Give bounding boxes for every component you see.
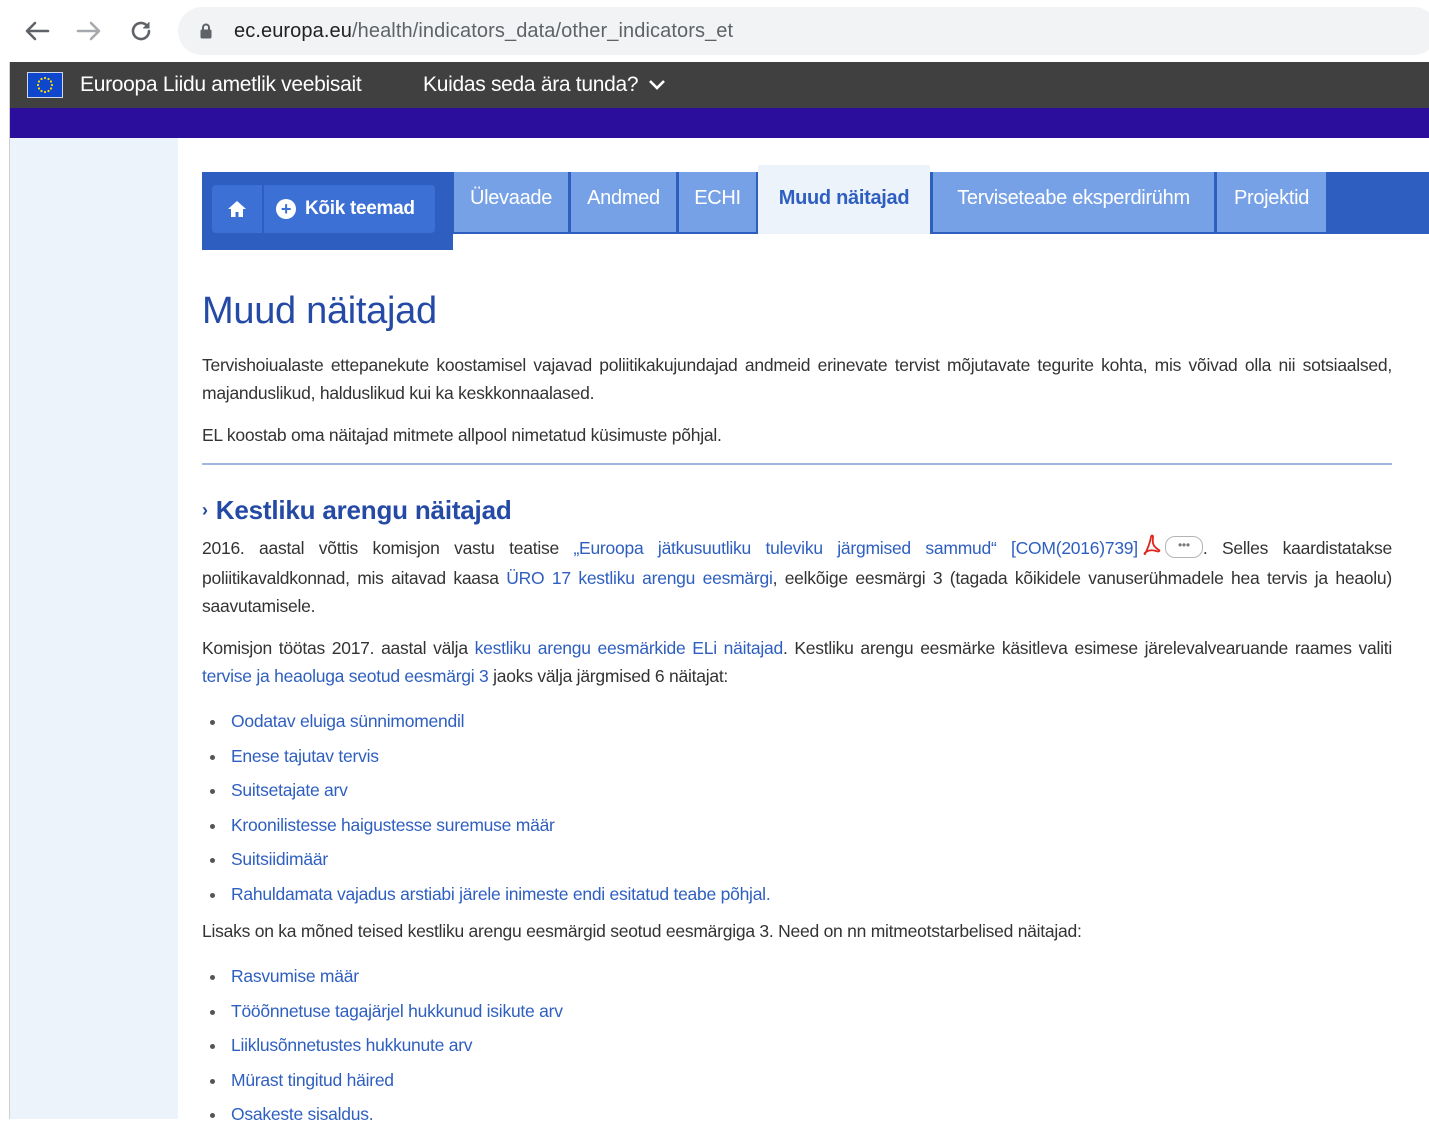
- paragraph-text: jaoks välja järgmised 6 näitajat:: [488, 666, 729, 687]
- indicator-link[interactable]: Rasvumise määr: [231, 966, 359, 986]
- page-title: Muud näitajad: [202, 290, 437, 332]
- section-paragraph-1: 2016. aastal võttis komisjon vastu teati…: [202, 534, 1392, 620]
- eu-flag-icon: [27, 72, 63, 98]
- list-item: Suitsiidimäär: [202, 842, 1392, 877]
- list-item: Oodatav eluiga sünnimomendil: [202, 704, 1392, 739]
- tab-echi[interactable]: ECHI: [679, 172, 756, 232]
- indicator-link[interactable]: Kroonilistesse haigustesse suremuse määr: [231, 815, 555, 835]
- url-text: ec.europa.eu/health/indicators_data/othe…: [234, 20, 733, 43]
- chevron-down-icon: [649, 80, 666, 90]
- list-item: Liiklusõnnetustes hukkunute arv: [202, 1028, 1392, 1063]
- tab-label: ECHI: [694, 187, 741, 209]
- list-item: Rahuldamata vajadus arstiabi järele inim…: [202, 877, 1392, 912]
- main-content: Muud näitajad Tervishoiualaste ettepanek…: [202, 290, 1392, 1138]
- reload-icon[interactable]: [126, 14, 156, 48]
- section-divider: [202, 463, 1392, 465]
- section-title-text: Kestliku arengu näitajad: [215, 495, 512, 525]
- un-goals-link[interactable]: ÜRO 17 kestliku arengu eesmärgi: [506, 568, 773, 588]
- tab-label: Muud näitajad: [778, 187, 910, 209]
- window-frame: [0, 0, 10, 1119]
- tab-projektid[interactable]: Projektid: [1217, 172, 1326, 232]
- list-item: Suitsetajate arv: [202, 773, 1392, 808]
- list-item: Osakeste sisaldus.: [202, 1097, 1392, 1132]
- forward-icon[interactable]: [74, 14, 104, 48]
- home-button[interactable]: [212, 185, 262, 233]
- communication-link[interactable]: „Euroopa jätkusuutliku tuleviku järgmise…: [573, 538, 1138, 558]
- indicator-link[interactable]: Mürast tingitud häired: [231, 1070, 394, 1090]
- eu-official-bar: Euroopa Liidu ametlik veebisait Kuidas s…: [10, 62, 1429, 108]
- list-item: Tööõnnetuse tagajärjel hukkunud isikute …: [202, 994, 1392, 1029]
- all-topics-button[interactable]: + Kõik teemad: [264, 185, 435, 233]
- list-item: Kroonilistesse haigustesse suremuse määr: [202, 808, 1392, 843]
- intro-paragraph-2: EL koostab oma näitajad mitmete allpool …: [202, 425, 722, 445]
- tab-ulevaade[interactable]: Ülevaade: [454, 172, 568, 232]
- indicator-link[interactable]: Osakeste sisaldus.: [231, 1104, 374, 1124]
- paragraph-text: 2016. aastal võttis komisjon vastu teati…: [202, 538, 574, 558]
- indicator-link[interactable]: Enese tajutav tervis: [231, 746, 379, 766]
- eu-indicators-link[interactable]: kestliku arengu eesmärkide ELi näitajad: [475, 638, 784, 658]
- all-topics-label: Kõik teemad: [305, 198, 415, 219]
- section-paragraph-2: Komisjon töötas 2017. aastal välja kestl…: [202, 634, 1392, 690]
- indicator-link[interactable]: Rahuldamata vajadus arstiabi järele inim…: [231, 884, 771, 904]
- section-paragraph-3: Lisaks on ka mõned teised kestliku areng…: [202, 921, 1082, 942]
- indicator-list-1: Oodatav eluiga sünnimomendil Enese tajut…: [202, 704, 1392, 911]
- lock-icon: [200, 23, 212, 44]
- tab-label: Projektid: [1233, 187, 1310, 209]
- left-sidebar-bg: [10, 138, 178, 1119]
- address-bar[interactable]: ec.europa.eu/health/indicators_data/othe…: [178, 7, 1429, 55]
- pdf-icon[interactable]: [1142, 534, 1162, 564]
- tab-andmed[interactable]: Andmed: [571, 172, 676, 232]
- indicator-link[interactable]: Suitsetajate arv: [231, 780, 348, 800]
- eu-official-title: Euroopa Liidu ametlik veebisait: [80, 73, 362, 96]
- tab-terviseteabe-eksperdiruhm[interactable]: Terviseteabe eksperdirühm: [933, 172, 1214, 232]
- indicator-link[interactable]: Liiklusõnnetustes hukkunute arv: [231, 1035, 473, 1055]
- paragraph-text: Komisjon töötas 2017. aastal välja: [202, 638, 475, 659]
- how-to-recognise-label: Kuidas seda ära tunda?: [423, 73, 639, 96]
- url-path: /health/indicators_data/other_indicators…: [351, 20, 734, 42]
- how-to-recognise-toggle[interactable]: Kuidas seda ära tunda?: [423, 73, 666, 97]
- goal3-link[interactable]: tervise ja heaoluga seotud eesmärgi 3: [202, 666, 489, 686]
- section-title: › Kestliku arengu näitajad: [202, 495, 1392, 526]
- indicator-link[interactable]: Tööõnnetuse tagajärjel hukkunud isikute …: [231, 1001, 563, 1021]
- indicator-link[interactable]: Suitsiidimäär: [231, 849, 328, 869]
- back-icon[interactable]: [22, 14, 52, 48]
- chevron-right-icon: ›: [202, 500, 208, 520]
- more-languages-icon[interactable]: •••: [1164, 536, 1203, 559]
- list-item: Rasvumise määr: [202, 959, 1392, 994]
- list-item: Mürast tingitud häired: [202, 1063, 1392, 1098]
- home-icon: [228, 201, 246, 217]
- list-item: Enese tajutav tervis: [202, 739, 1392, 774]
- tab-label: Terviseteabe eksperdirühm: [957, 187, 1190, 209]
- tab-muud-naitajad[interactable]: Muud näitajad: [758, 165, 930, 234]
- url-domain: ec.europa.eu: [234, 20, 352, 42]
- indicator-list-2: Rasvumise määr Tööõnnetuse tagajärjel hu…: [202, 959, 1392, 1132]
- plus-circle-icon: +: [276, 199, 296, 219]
- indicator-link[interactable]: Oodatav eluiga sünnimomendil: [231, 711, 465, 731]
- tab-label: Ülevaade: [469, 187, 553, 209]
- site-header-band: [10, 108, 1429, 138]
- intro-paragraph: Tervishoiualaste ettepanekute koostamise…: [202, 355, 1392, 403]
- browser-toolbar: ec.europa.eu/health/indicators_data/othe…: [0, 0, 1429, 62]
- tab-label: Andmed: [587, 187, 660, 209]
- paragraph-text: . Kestliku arengu eesmärke käsitleva esi…: [782, 638, 1392, 659]
